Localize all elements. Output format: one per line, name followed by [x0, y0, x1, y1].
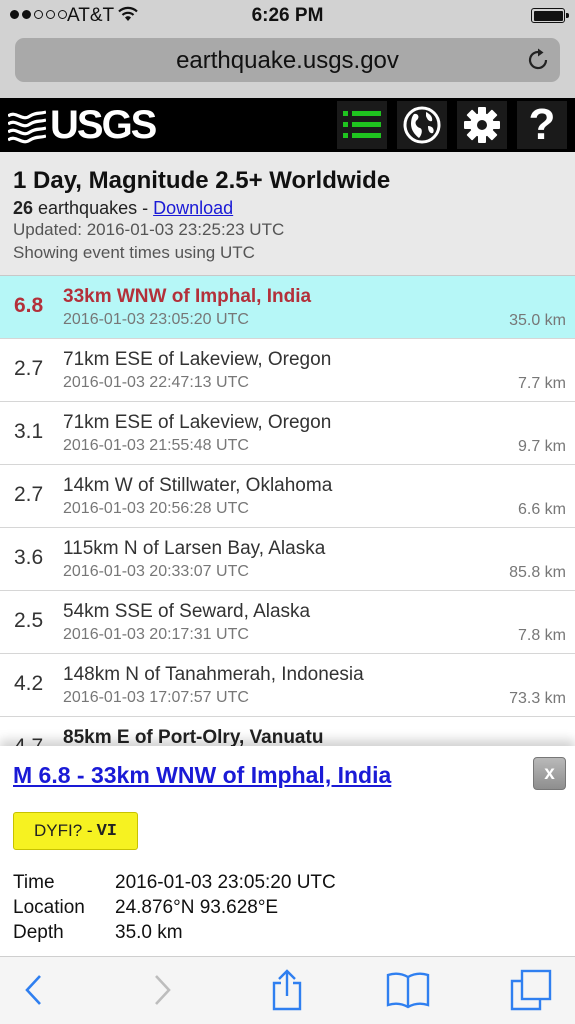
download-link[interactable]: Download — [153, 198, 233, 218]
event-depth: 73.3 km — [509, 690, 566, 707]
dyfi-level: VI — [96, 821, 117, 841]
depth-value: 35.0 km — [115, 922, 183, 943]
event-count-number: 26 — [13, 198, 34, 218]
browser-toolbar — [0, 956, 575, 1024]
time-value: 2016-01-03 23:05:20 UTC — [115, 872, 336, 893]
globe-icon — [403, 106, 441, 144]
usgs-header: USGS ? — [0, 98, 575, 152]
detail-time-row: Time 2016-01-03 23:05:20 UTC — [13, 872, 336, 894]
earthquake-row[interactable]: 2.7 14km W of Stillwater, Oklahoma 2016-… — [0, 465, 575, 528]
depth-label: Depth — [13, 922, 64, 943]
event-time: 2016-01-03 20:33:07 UTC — [63, 563, 249, 580]
magnitude: 2.7 — [14, 483, 44, 506]
magnitude: 4.2 — [14, 672, 44, 695]
event-depth: 7.7 km — [517, 375, 566, 392]
event-place: 71km ESE of Lakeview, Oregon — [63, 412, 332, 433]
event-time: 2016-01-03 20:17:31 UTC — [63, 626, 249, 643]
gear-icon — [464, 107, 500, 143]
map-view-button[interactable] — [397, 101, 447, 149]
earthquake-row[interactable]: 4.2 148km N of Tanahmerah, Indonesia 201… — [0, 654, 575, 717]
feed-title: 1 Day, Magnitude 2.5+ Worldwide — [13, 167, 391, 194]
dyfi-label: DYFI? - — [34, 821, 93, 840]
updated-time: Updated: 2016-01-03 23:25:23 UTC — [13, 220, 285, 239]
earthquake-row[interactable]: 2.5 54km SSE of Seward, Alaska 2016-01-0… — [0, 591, 575, 654]
time-zone-note: Showing event times using UTC — [13, 243, 255, 262]
location-label: Location — [13, 897, 85, 918]
event-depth: 6.6 km — [517, 501, 566, 518]
magnitude: 3.1 — [14, 420, 44, 443]
event-depth: 7.8 km — [517, 627, 566, 644]
magnitude: 3.6 — [14, 546, 44, 569]
help-button[interactable]: ? — [517, 100, 567, 149]
clock: 6:26 PM — [251, 5, 324, 26]
detail-depth-row: Depth 35.0 km — [13, 922, 183, 944]
close-button[interactable]: x — [533, 757, 566, 790]
time-label: Time — [13, 872, 55, 893]
event-time: 2016-01-03 21:55:48 UTC — [63, 437, 249, 454]
earthquake-row[interactable]: 3.6 115km N of Larsen Bay, Alaska 2016-0… — [0, 528, 575, 591]
browser-address-bar: earthquake.usgs.gov — [0, 32, 575, 98]
earthquake-row[interactable]: 2.7 71km ESE of Lakeview, Oregon 2016-01… — [0, 339, 575, 402]
url-text: earthquake.usgs.gov — [176, 47, 399, 74]
event-detail-title-link[interactable]: M 6.8 - 33km WNW of Imphal, India — [13, 762, 391, 789]
event-time: 2016-01-03 22:47:13 UTC — [63, 374, 249, 391]
event-place: 115km N of Larsen Bay, Alaska — [63, 538, 326, 559]
event-time: 2016-01-03 20:56:28 UTC — [63, 500, 249, 517]
event-depth: 9.7 km — [517, 438, 566, 455]
back-icon[interactable] — [22, 973, 46, 1012]
forward-icon[interactable] — [150, 973, 174, 1012]
magnitude: 6.8 — [14, 294, 44, 317]
event-place: 14km W of Stillwater, Oklahoma — [63, 475, 333, 496]
usgs-wave-icon — [8, 110, 46, 144]
event-detail-panel: M 6.8 - 33km WNW of Imphal, India x DYFI… — [0, 746, 575, 956]
earthquake-list: 6.8 33km WNW of Imphal, India 2016-01-03… — [0, 276, 575, 780]
settings-button[interactable] — [457, 101, 507, 149]
list-view-button[interactable] — [337, 101, 387, 149]
event-place: 71km ESE of Lakeview, Oregon — [63, 349, 332, 370]
usgs-logo[interactable]: USGS — [8, 103, 157, 147]
event-time: 2016-01-03 23:05:20 UTC — [63, 311, 249, 328]
feed-summary: 1 Day, Magnitude 2.5+ Worldwide 26 earth… — [0, 152, 575, 276]
location-value: 24.876°N 93.628°E — [115, 897, 279, 918]
share-icon[interactable] — [270, 969, 304, 1016]
reload-icon[interactable] — [526, 47, 550, 78]
magnitude: 2.5 — [14, 609, 44, 632]
list-icon — [343, 111, 381, 138]
usgs-logo-text: USGS — [50, 103, 157, 147]
status-bar: AT&T 6:26 PM — [0, 0, 575, 32]
battery-icon — [531, 8, 569, 23]
event-count-suffix: earthquakes - — [33, 198, 154, 218]
event-depth: 85.8 km — [509, 564, 566, 581]
earthquake-row[interactable]: 6.8 33km WNW of Imphal, India 2016-01-03… — [0, 276, 575, 339]
bookmarks-icon[interactable] — [386, 971, 430, 1014]
detail-location-row: Location 24.876°N 93.628°E — [13, 897, 278, 919]
event-place: 33km WNW of Imphal, India — [63, 286, 312, 307]
tabs-icon[interactable] — [510, 969, 552, 1016]
event-count: 26 earthquakes - Download — [13, 198, 233, 219]
magnitude: 2.7 — [14, 357, 44, 380]
event-depth: 35.0 km — [509, 312, 566, 329]
event-time: 2016-01-03 17:07:57 UTC — [63, 689, 249, 706]
event-place: 148km N of Tanahmerah, Indonesia — [63, 664, 364, 685]
event-place: 54km SSE of Seward, Alaska — [63, 601, 311, 622]
dyfi-badge[interactable]: DYFI? - VI — [13, 812, 138, 850]
url-field[interactable]: earthquake.usgs.gov — [15, 38, 560, 82]
earthquake-row[interactable]: 3.1 71km ESE of Lakeview, Oregon 2016-01… — [0, 402, 575, 465]
